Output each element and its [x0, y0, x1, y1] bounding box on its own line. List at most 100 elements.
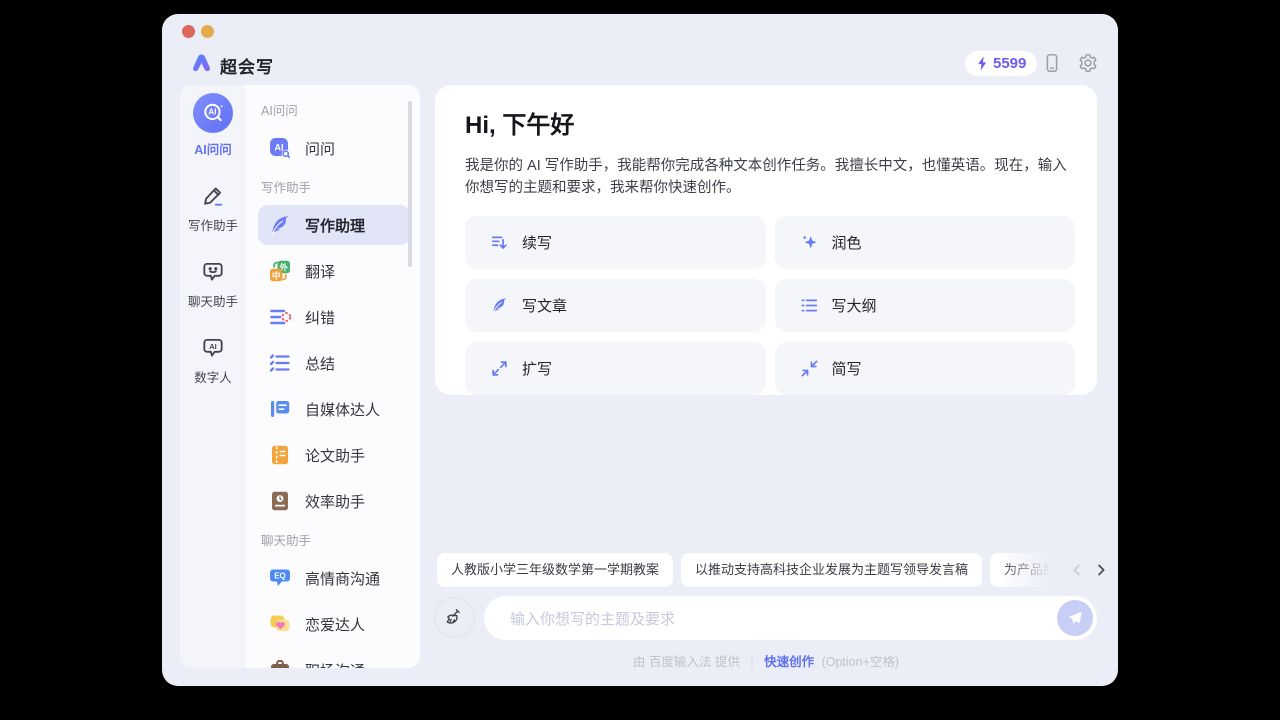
footer-divider: | [750, 655, 753, 669]
quill-icon [268, 213, 292, 237]
mobile-app-button[interactable] [1041, 52, 1063, 74]
sidebar-item-label: 职场沟通 [305, 660, 365, 669]
sidebar-item-恋爱达人[interactable]: 恋爱达人 [258, 604, 410, 644]
chat-smile-icon [200, 259, 226, 285]
action-card-简写[interactable]: 简写 [775, 342, 1076, 395]
svg-text:AI: AI [208, 108, 216, 117]
svg-text:AI: AI [275, 143, 284, 153]
svg-text:中: 中 [272, 270, 281, 280]
sidebar-item-总结[interactable]: 总结 [258, 343, 410, 383]
rail-item-label: 数字人 [194, 367, 232, 386]
quick-create-link[interactable]: 快速创作 [764, 655, 814, 669]
pencil-icon [200, 183, 226, 209]
rail-item-label: 写作助手 [188, 215, 238, 234]
sidebar-item-label: 论文助手 [305, 445, 365, 466]
summary-icon [268, 351, 292, 375]
assistant-list: AI问问AI问问写作助手写作助理外中翻译纠错总结自媒体达人论文助手效率助手聊天助… [246, 85, 420, 668]
sidebar-item-纠错[interactable]: 纠错 [258, 297, 410, 337]
sidebar-item-label: 高情商沟通 [305, 568, 380, 589]
sidebar-item-label: 总结 [305, 353, 335, 374]
action-card-写大纲[interactable]: 写大纲 [775, 279, 1076, 332]
ai-badge-icon: AI [268, 136, 292, 160]
suggestion-chip[interactable]: 为产品经理岗位编 [990, 553, 1063, 587]
sidebar-item-翻译[interactable]: 外中翻译 [258, 251, 410, 291]
rail-item-聊天助手[interactable]: 聊天助手 [188, 251, 238, 310]
sidebar: AIAI问问写作助手聊天助手AI数字人 AI问问AI问问写作助手写作助理外中翻译… [180, 85, 420, 668]
action-label: 续写 [522, 232, 552, 253]
titlebar: 超会写 5599 [162, 48, 1118, 84]
suggestion-chip[interactable]: 人教版小学三年级数学第一学期教案 [437, 553, 673, 587]
chevron-left-icon[interactable] [1068, 561, 1086, 579]
translate-icon: 外中 [268, 259, 292, 283]
credits-count: 5599 [993, 55, 1026, 72]
nav-rail: AI AI问问写作助手聊天助手 AI 数字人 [180, 85, 246, 668]
sidebar-item-问问[interactable]: AI 问问 [258, 128, 410, 168]
love-icon [268, 612, 292, 636]
send-button[interactable] [1057, 600, 1093, 636]
svg-text:AI: AI [209, 342, 217, 351]
ai-search-icon: AI [200, 100, 226, 126]
suggestion-chip[interactable]: 以推动支持高科技企业发展为主题写领导发言稿 [681, 553, 982, 587]
action-card-润色[interactable]: 润色 [775, 216, 1076, 269]
sidebar-item-效率助手[interactable]: 效率助手 [258, 481, 410, 521]
sidebar-item-论文助手[interactable]: 论文助手 [258, 435, 410, 475]
svg-text:EQ: EQ [274, 571, 286, 580]
sidebar-item-高情商沟通[interactable]: EQ 高情商沟通 [258, 558, 410, 598]
greeting-title: Hi, 下午好 [465, 105, 1075, 140]
action-label: 润色 [832, 232, 862, 253]
svg-text:EQ: EQ [275, 667, 286, 668]
article-icon [490, 296, 509, 315]
sidebar-group-title: 聊天助手 [261, 530, 410, 549]
action-card-写文章[interactable]: 写文章 [465, 279, 766, 332]
sidebar-item-label: 翻译 [305, 261, 335, 282]
continue-icon [490, 233, 509, 252]
sidebar-item-职场沟通[interactable]: EQ 职场沟通 [258, 650, 410, 668]
page-title: 超会写 [220, 53, 274, 78]
footer-shortcut: (Option+空格) [822, 655, 899, 669]
footer-prefix: 由 百度输入法 提供 [633, 655, 740, 669]
action-label: 写大纲 [832, 295, 877, 316]
action-label: 简写 [832, 358, 862, 379]
suggestion-chips-row: 人教版小学三年级数学第一学期教案以推动支持高科技企业发展为主题写领导发言稿为产品… [437, 553, 1063, 587]
rail-item-AI问问[interactable]: AI AI问问 [193, 93, 233, 158]
rail-item-写作助手[interactable]: 写作助手 [188, 175, 238, 234]
media-icon [268, 397, 292, 421]
lightning-icon [976, 56, 989, 71]
sidebar-group-title: 写作助手 [261, 177, 410, 196]
sidebar-item-自媒体达人[interactable]: 自媒体达人 [258, 389, 410, 429]
rail-active-badge: AI [193, 93, 233, 133]
rail-item-label: AI问问 [194, 139, 232, 158]
send-plane-icon [1066, 609, 1084, 627]
clear-input-button[interactable] [434, 597, 475, 638]
credits-badge[interactable]: 5599 [965, 51, 1037, 76]
sidebar-item-label: 效率助手 [305, 491, 365, 512]
settings-gear-icon[interactable] [1077, 52, 1099, 74]
polish-icon [800, 233, 819, 252]
chevron-right-icon[interactable] [1092, 561, 1110, 579]
paper-icon [268, 443, 292, 467]
action-card-扩写[interactable]: 扩写 [465, 342, 766, 395]
work-icon: EQ [268, 658, 292, 668]
broom-icon [444, 607, 465, 628]
rail-item-label: 聊天助手 [188, 291, 238, 310]
composer [434, 596, 1097, 640]
ime-footer: 由 百度输入法 提供 | 快速创作 (Option+空格) [435, 651, 1097, 670]
minimize-button[interactable] [201, 25, 214, 38]
sidebar-item-写作助理[interactable]: 写作助理 [258, 205, 410, 245]
sidebar-item-label: 恋爱达人 [305, 614, 365, 635]
sidebar-item-label: 纠错 [305, 307, 335, 328]
action-label: 写文章 [522, 295, 567, 316]
correct-icon [268, 305, 292, 329]
prompt-input[interactable] [508, 596, 1032, 642]
sidebar-item-label: 问问 [305, 138, 335, 159]
action-card-续写[interactable]: 续写 [465, 216, 766, 269]
quick-actions-grid: 续写 润色写文章 写大纲扩写 简写 [465, 216, 1075, 395]
sidebar-group-title: AI问问 [261, 100, 410, 119]
sidebar-scrollbar[interactable] [408, 101, 412, 267]
close-button[interactable] [182, 25, 195, 38]
assistant-description: 我是你的 AI 写作助手，我能帮你完成各种文本创作任务。我擅长中文，也懂英语。现… [465, 155, 1075, 199]
prompt-field [484, 596, 1097, 640]
traffic-lights [182, 25, 214, 38]
shrink-icon [800, 359, 819, 378]
rail-item-数字人[interactable]: AI 数字人 [194, 327, 232, 386]
